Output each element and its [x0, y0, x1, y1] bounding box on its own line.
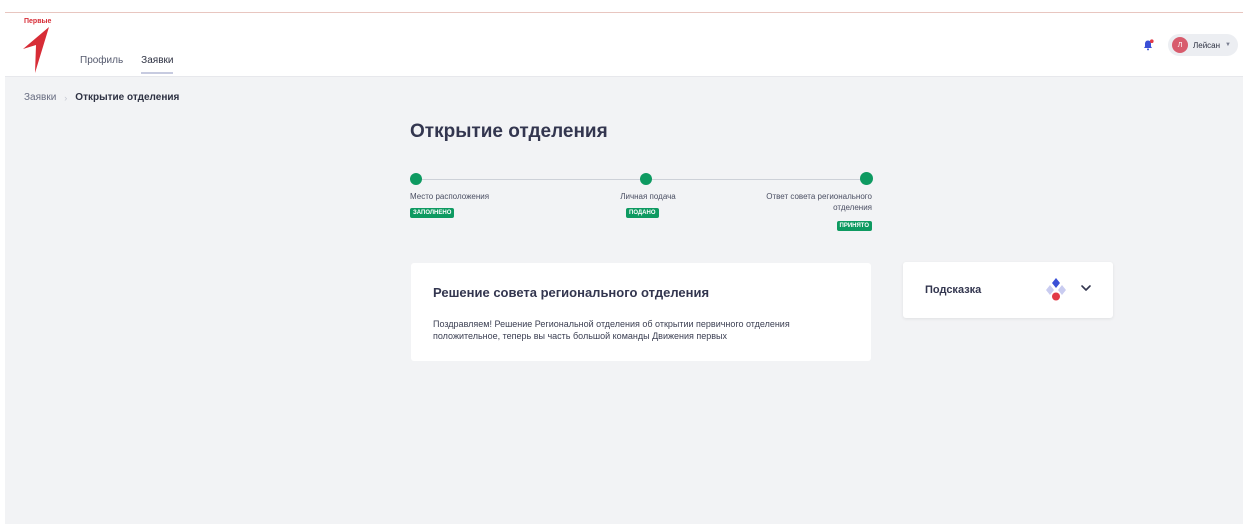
logo-text: Первые [24, 18, 52, 25]
status-badge: ЗАПОЛНЕНО [410, 208, 455, 218]
nav-item-applications[interactable]: Заявки [141, 55, 174, 74]
step-dot [410, 173, 422, 185]
breadcrumb-applications[interactable]: Заявки [24, 92, 56, 103]
status-badge: ПРИНЯТО [836, 221, 872, 231]
status-badge: ПОДАНО [626, 208, 659, 218]
app-frame: Первые Профиль Заявки Л Лейсан ▼ Заявки … [5, 12, 1243, 524]
step-label: Место расположения [410, 192, 490, 201]
top-header: Первые Профиль Заявки Л Лейсан ▼ [5, 13, 1243, 77]
breadcrumb: Заявки › Открытие отделения [24, 92, 179, 103]
step-label: Ответ совета регионального отделения [766, 192, 872, 212]
step-dot [640, 173, 652, 185]
nav-item-profile[interactable]: Профиль [80, 55, 123, 74]
user-menu[interactable]: Л Лейсан ▼ [1168, 34, 1238, 56]
hint-title: Подсказка [925, 284, 982, 296]
decision-title: Решение совета регионального отделения [433, 285, 710, 300]
step-label: Личная подача [620, 192, 676, 201]
logo-icon[interactable]: Первые [21, 15, 61, 75]
caret-down-icon: ▼ [1225, 42, 1231, 48]
page-title: Открытие отделения [410, 121, 608, 142]
progress-stepper: Место расположения ЗАПОЛНЕНО Личная пода… [410, 172, 873, 253]
user-name: Лейсан [1193, 40, 1221, 50]
decision-card: Решение совета регионального отделения П… [411, 263, 871, 361]
step-dot [860, 172, 873, 185]
breadcrumb-current: Открытие отделения [75, 92, 180, 103]
main-nav: Профиль Заявки [80, 55, 174, 74]
decision-text: Поздравляем! Решение Региональной отделе… [433, 319, 790, 341]
hint-card[interactable]: Подсказка [903, 262, 1113, 318]
bell-icon[interactable] [1142, 39, 1154, 51]
breadcrumb-separator-icon: › [64, 92, 68, 103]
movement-logo-icon [1046, 278, 1066, 301]
avatar: Л [1172, 37, 1188, 53]
chevron-down-icon[interactable] [1080, 282, 1092, 294]
